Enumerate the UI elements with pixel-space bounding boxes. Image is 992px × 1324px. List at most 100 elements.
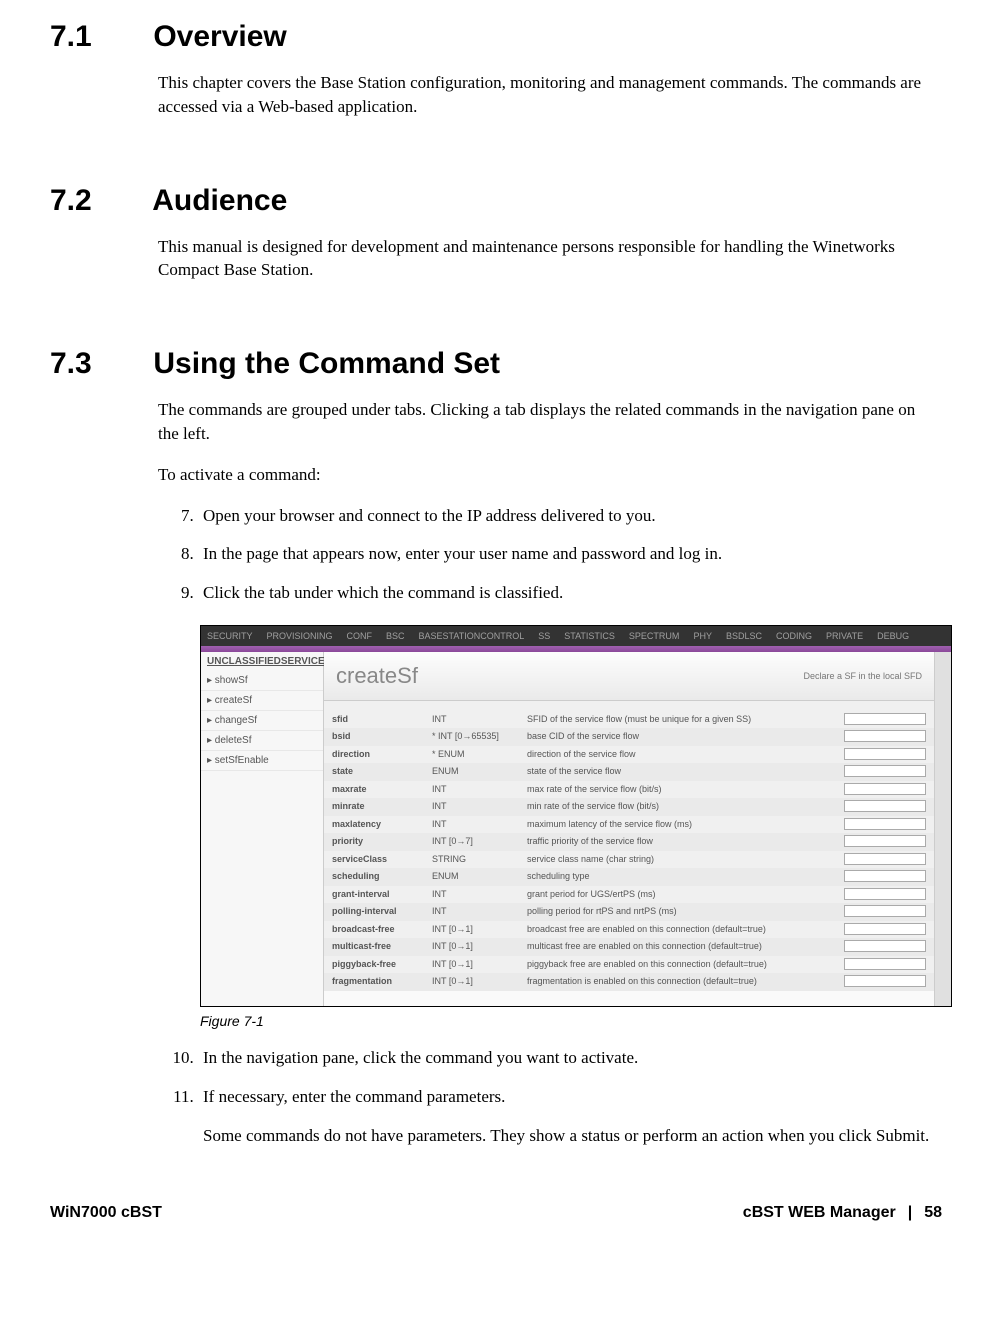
overview-paragraph: This chapter covers the Base Station con… — [158, 71, 932, 119]
step-7: Open your browser and connect to the IP … — [198, 504, 942, 528]
param-type: INT — [432, 713, 527, 727]
param-input[interactable] — [844, 940, 926, 952]
tab[interactable]: BSC — [386, 631, 405, 641]
param-row: bsid* INT [0→65535]base CID of the servi… — [324, 728, 934, 746]
param-type: INT — [432, 905, 527, 919]
footer-right: cBST WEB Manager | 58 — [743, 1204, 942, 1222]
main-pane: createSf Declare a SF in the local SFD s… — [324, 652, 934, 1006]
param-name: bsid — [332, 730, 432, 744]
tab[interactable]: DEBUG — [877, 631, 909, 641]
nav-item[interactable]: ▸ showSf — [201, 671, 323, 691]
param-type: INT — [432, 800, 527, 814]
param-input[interactable] — [844, 958, 926, 970]
param-desc: polling period for rtPS and nrtPS (ms) — [527, 905, 844, 919]
section-title: Audience — [152, 184, 287, 217]
figure-7-1-container: SECURITY PROVISIONING CONF BSC BASESTATI… — [200, 625, 912, 1029]
param-type: INT — [432, 888, 527, 902]
section-title: Using the Command Set — [153, 347, 500, 380]
param-row: minrateINTmin rate of the service flow (… — [324, 798, 934, 816]
param-type: ENUM — [432, 870, 527, 884]
navigation-pane: UNCLASSIFIEDSERVICEFLOW ▸ showSf ▸ creat… — [201, 652, 324, 1006]
nav-item[interactable]: ▸ deleteSf — [201, 731, 323, 751]
footer-page-number: 58 — [924, 1204, 942, 1222]
param-desc: scheduling type — [527, 870, 844, 884]
nav-item[interactable]: ▸ setSfEnable — [201, 751, 323, 771]
param-input[interactable] — [844, 748, 926, 760]
tab[interactable]: SS — [538, 631, 550, 641]
nav-item[interactable]: ▸ createSf — [201, 691, 323, 711]
param-name: scheduling — [332, 870, 432, 884]
step-11-note: Some commands do not have parameters. Th… — [203, 1124, 942, 1148]
param-input[interactable] — [844, 783, 926, 795]
tab[interactable]: PHY — [693, 631, 712, 641]
param-input[interactable] — [844, 923, 926, 935]
step-8: In the page that appears now, enter your… — [198, 542, 942, 566]
param-type: INT [0→7] — [432, 835, 527, 849]
param-type: ENUM — [432, 765, 527, 779]
param-name: broadcast-free — [332, 923, 432, 937]
param-input[interactable] — [844, 888, 926, 900]
figure-caption: Figure 7-1 — [200, 1013, 912, 1029]
tab[interactable]: SPECTRUM — [629, 631, 680, 641]
param-type: INT — [432, 818, 527, 832]
param-name: grant-interval — [332, 888, 432, 902]
app-tab-bar: SECURITY PROVISIONING CONF BSC BASESTATI… — [201, 626, 951, 646]
audience-paragraph: This manual is designed for development … — [158, 235, 932, 283]
step-9: Click the tab under which the command is… — [198, 581, 942, 605]
param-desc: grant period for UGS/ertPS (ms) — [527, 888, 844, 902]
param-type: * INT [0→65535] — [432, 730, 527, 744]
param-input[interactable] — [844, 853, 926, 865]
param-desc: SFID of the service flow (must be unique… — [527, 713, 844, 727]
param-desc: min rate of the service flow (bit/s) — [527, 800, 844, 814]
param-row: schedulingENUMscheduling type — [324, 868, 934, 886]
param-input[interactable] — [844, 818, 926, 830]
param-input[interactable] — [844, 835, 926, 847]
section-number: 7.3 — [50, 347, 145, 381]
param-input[interactable] — [844, 870, 926, 882]
param-type: INT [0→1] — [432, 958, 527, 972]
param-name: sfid — [332, 713, 432, 727]
command-description: Declare a SF in the local SFD — [803, 671, 922, 681]
step-10: In the navigation pane, click the comman… — [198, 1046, 942, 1070]
tab[interactable]: STATISTICS — [564, 631, 615, 641]
param-row: fragmentationINT [0→1]fragmentation is e… — [324, 973, 934, 991]
param-desc: broadcast free are enabled on this conne… — [527, 923, 844, 937]
param-desc: state of the service flow — [527, 765, 844, 779]
tab[interactable]: PRIVATE — [826, 631, 863, 641]
param-input[interactable] — [844, 800, 926, 812]
section-title: Overview — [153, 20, 286, 53]
tab[interactable]: CODING — [776, 631, 812, 641]
footer-separator: | — [908, 1204, 912, 1222]
param-input[interactable] — [844, 765, 926, 777]
vertical-scrollbar[interactable] — [934, 652, 951, 1006]
tab[interactable]: BASESTATIONCONTROL — [419, 631, 525, 641]
param-input[interactable] — [844, 905, 926, 917]
param-name: state — [332, 765, 432, 779]
param-desc: traffic priority of the service flow — [527, 835, 844, 849]
nav-item[interactable]: ▸ changeSf — [201, 711, 323, 731]
param-desc: max rate of the service flow (bit/s) — [527, 783, 844, 797]
tab[interactable]: PROVISIONING — [267, 631, 333, 641]
param-row: broadcast-freeINT [0→1]broadcast free ar… — [324, 921, 934, 939]
param-desc: multicast free are enabled on this conne… — [527, 940, 844, 954]
param-row: maxrateINTmax rate of the service flow (… — [324, 781, 934, 799]
tab[interactable]: BSDLSC — [726, 631, 762, 641]
page-footer: WiN7000 cBST cBST WEB Manager | 58 — [0, 1184, 992, 1237]
footer-title: cBST WEB Manager — [743, 1204, 896, 1222]
step-11: If necessary, enter the command paramete… — [198, 1085, 942, 1148]
param-type: INT [0→1] — [432, 975, 527, 989]
param-desc: piggyback free are enabled on this conne… — [527, 958, 844, 972]
param-row: stateENUMstate of the service flow — [324, 763, 934, 781]
param-input[interactable] — [844, 713, 926, 725]
tab[interactable]: CONF — [347, 631, 373, 641]
param-input[interactable] — [844, 975, 926, 987]
param-name: direction — [332, 748, 432, 762]
param-type: * ENUM — [432, 748, 527, 762]
param-input[interactable] — [844, 730, 926, 742]
section-7-2-heading: 7.2 Audience — [50, 184, 942, 218]
param-row: serviceClassSTRINGservice class name (ch… — [324, 851, 934, 869]
param-type: INT [0→1] — [432, 923, 527, 937]
steps-list-part1: Open your browser and connect to the IP … — [158, 504, 942, 605]
tab[interactable]: SECURITY — [207, 631, 253, 641]
param-row: multicast-freeINT [0→1]multicast free ar… — [324, 938, 934, 956]
